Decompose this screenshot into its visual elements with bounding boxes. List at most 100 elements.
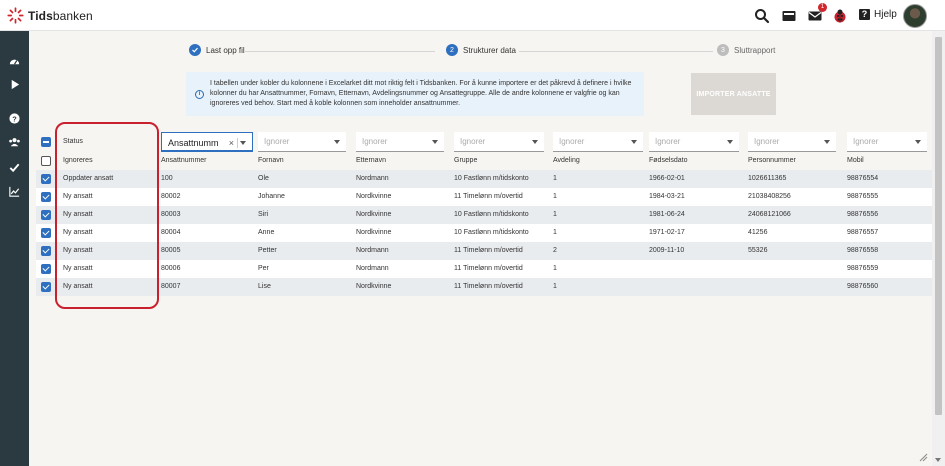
table-cell: 1 bbox=[553, 229, 557, 236]
row-checkbox[interactable] bbox=[41, 282, 51, 292]
help-button[interactable]: ? Hjelp bbox=[859, 9, 897, 20]
chevron-down-icon[interactable] bbox=[432, 140, 438, 144]
step-number: 2 bbox=[446, 44, 458, 56]
table-cell: Siri bbox=[258, 211, 269, 218]
column-mapping-select[interactable]: Ignorer bbox=[649, 132, 739, 152]
help-label: Hjelp bbox=[874, 9, 897, 20]
table-row: Ny ansatt 80003 Siri Nordkvinne 10 Fastlønn … bbox=[36, 206, 932, 224]
table-cell: Petter bbox=[258, 247, 277, 254]
chevron-down-icon[interactable] bbox=[727, 140, 733, 144]
chevron-down-icon[interactable] bbox=[631, 140, 637, 144]
table-cell: 80003 bbox=[161, 211, 181, 218]
scroll-down-arrow-icon[interactable] bbox=[935, 458, 941, 462]
scrollbar-thumb[interactable] bbox=[935, 37, 942, 415]
chevron-down-icon[interactable] bbox=[240, 141, 246, 145]
column-mapping-value: Ignorer bbox=[264, 137, 290, 146]
clear-selection-icon[interactable]: × bbox=[229, 133, 234, 153]
table-cell: 1981-06-24 bbox=[649, 211, 685, 218]
column-mapping-select[interactable]: Ignorer bbox=[748, 132, 836, 152]
brand-logo[interactable]: Tidsbanken bbox=[7, 7, 93, 24]
table-cell: 11 Timelønn m/overtid bbox=[454, 193, 523, 200]
column-mapping-select[interactable]: Ansattnumm × bbox=[161, 132, 253, 152]
table-cell: Nordkvinne bbox=[356, 229, 392, 236]
row-checkbox[interactable] bbox=[41, 246, 51, 256]
column-mapping-select[interactable]: Ignorer bbox=[847, 132, 927, 152]
step-report: 3 Sluttrapport bbox=[717, 44, 775, 56]
table-cell: 1 bbox=[553, 211, 557, 218]
table-cell: 10 Fastlønn m/tidskonto bbox=[454, 175, 529, 182]
column-mapping-value: Ignorer bbox=[460, 137, 486, 146]
step-upload: Last opp fil bbox=[189, 44, 245, 56]
table-cell: 80006 bbox=[161, 265, 181, 272]
avatar[interactable] bbox=[903, 4, 927, 28]
info-icon: i bbox=[195, 90, 204, 99]
import-employees-button[interactable]: IMPORTER ANSATTE bbox=[691, 73, 776, 115]
play-icon[interactable] bbox=[8, 78, 21, 91]
column-mapping-value: Ignorer bbox=[853, 137, 879, 146]
table-row: Ny ansatt 80002 Johanne Nordkvinne 11 Timelø… bbox=[36, 188, 932, 206]
table-cell: 98876556 bbox=[847, 211, 879, 218]
table-row: Ny ansatt 80006 Per Nordmann 11 Timelønn m/o… bbox=[36, 260, 932, 278]
table-cell: 80004 bbox=[161, 229, 181, 236]
column-mapping-select[interactable]: Ignorer bbox=[356, 132, 444, 152]
row-checkbox[interactable] bbox=[41, 264, 51, 274]
column-mapping-select[interactable]: Ignorer bbox=[258, 132, 346, 152]
column-mapping-select[interactable]: Ignorer bbox=[454, 132, 544, 152]
table-cell: 55326 bbox=[748, 247, 768, 254]
brand-name: Tidsbanken bbox=[28, 8, 93, 23]
table-cell: Etternavn bbox=[356, 157, 386, 164]
search-icon[interactable] bbox=[754, 8, 770, 24]
table-cell: Ansattnummer bbox=[161, 157, 207, 164]
ladybug-icon[interactable] bbox=[832, 8, 848, 24]
table-cell: 10 Fastlønn m/tidskonto bbox=[454, 229, 529, 236]
check-icon[interactable] bbox=[8, 161, 21, 174]
row-checkbox[interactable] bbox=[41, 228, 51, 238]
table-cell: 11 Timelønn m/overtid bbox=[454, 283, 523, 290]
table-cell: 1 bbox=[553, 283, 557, 290]
table-cell: 11 Timelønn m/overtid bbox=[454, 247, 523, 254]
table-cell: Nordmann bbox=[356, 175, 389, 182]
vertical-scrollbar[interactable] bbox=[932, 31, 945, 466]
table-cell: Personnummer bbox=[748, 157, 796, 164]
help-icon: ? bbox=[859, 9, 870, 20]
table-row: Oppdater ansatt 100 Ole Nordmann 10 Fastlønn… bbox=[36, 170, 932, 188]
table-cell bbox=[649, 278, 739, 296]
chevron-down-icon[interactable] bbox=[915, 140, 921, 144]
table-cell: 1971-02-17 bbox=[649, 229, 685, 236]
table-cell: Nordkvinne bbox=[356, 193, 392, 200]
chart-icon[interactable] bbox=[8, 185, 21, 198]
column-mapping-value: Ignorer bbox=[754, 137, 780, 146]
table-cell bbox=[748, 278, 838, 296]
table-cell: 1026611365 bbox=[748, 175, 787, 182]
row-checkbox[interactable] bbox=[41, 192, 51, 202]
help-icon[interactable]: ? bbox=[8, 112, 21, 125]
table-cell: 2009-11-10 bbox=[649, 247, 685, 254]
inbox-icon[interactable] bbox=[781, 8, 797, 24]
column-mapping-select[interactable]: Ignorer bbox=[553, 132, 643, 152]
resize-handle-icon[interactable] bbox=[918, 452, 928, 462]
step-label: Sluttrapport bbox=[734, 45, 776, 55]
chevron-down-icon[interactable] bbox=[824, 140, 830, 144]
table-cell: Nordmann bbox=[356, 247, 389, 254]
row-checkbox[interactable] bbox=[41, 156, 51, 166]
info-text: I tabellen under kobler du kolonnene i E… bbox=[210, 80, 632, 107]
table-cell: 10 Fastlønn m/tidskonto bbox=[454, 211, 529, 218]
table-cell: 11 Timelønn m/overtid bbox=[454, 265, 523, 272]
table-cell: Fødselsdato bbox=[649, 157, 688, 164]
row-checkbox[interactable] bbox=[41, 210, 51, 220]
step-connector bbox=[245, 51, 435, 52]
table-cell bbox=[649, 260, 739, 278]
select-all-checkbox[interactable] bbox=[41, 137, 51, 147]
chevron-down-icon[interactable] bbox=[334, 140, 340, 144]
chevron-down-icon[interactable] bbox=[532, 140, 538, 144]
table-cell: 98876560 bbox=[847, 283, 879, 290]
row-checkbox[interactable] bbox=[41, 174, 51, 184]
status-column-highlight bbox=[55, 122, 159, 309]
table-cell: 98876557 bbox=[847, 229, 879, 236]
table-cell: Ole bbox=[258, 175, 269, 182]
table-cell: 98876559 bbox=[847, 265, 879, 272]
table-cell: Nordmann bbox=[356, 265, 389, 272]
dashboard-icon[interactable] bbox=[8, 54, 21, 67]
table-cell: 2 bbox=[553, 247, 557, 254]
users-icon[interactable] bbox=[8, 136, 21, 149]
